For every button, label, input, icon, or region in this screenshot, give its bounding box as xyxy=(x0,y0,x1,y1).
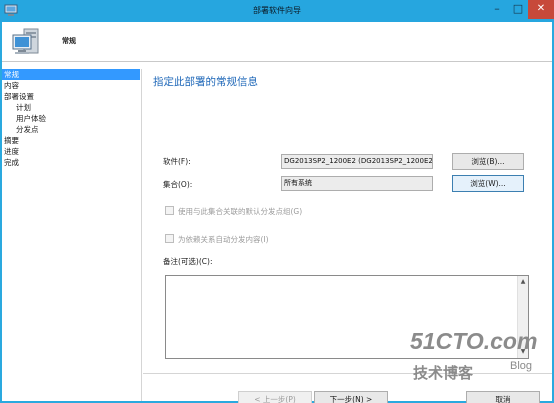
previous-button[interactable]: < 上一步(P) xyxy=(238,391,312,403)
nav-item-user-experience[interactable]: 用户体验 xyxy=(2,113,46,124)
maximize-button[interactable]: □ xyxy=(508,0,528,19)
browse-software-button[interactable]: 浏览(B)... xyxy=(452,153,524,170)
close-button[interactable]: ✕ xyxy=(528,0,554,19)
nav-item-schedule[interactable]: 计划 xyxy=(2,102,31,113)
watermark-blog: Blog xyxy=(510,360,533,372)
nav-item-distribution-points[interactable]: 分发点 xyxy=(2,124,39,135)
watermark-text: 技术博客 xyxy=(413,364,474,382)
auto-distribute-checkbox[interactable] xyxy=(165,234,174,243)
wizard-nav: 常规 内容 部署设置 计划 用户体验 分发点 摘要 进度 完成 xyxy=(2,69,142,401)
browse-collection-button[interactable]: 浏览(W)... xyxy=(452,175,524,192)
scroll-up-icon[interactable]: ▲ xyxy=(518,277,528,287)
page-heading: 指定此部署的常规信息 xyxy=(153,76,258,88)
collection-label: 集合(O): xyxy=(163,180,193,189)
nav-item-content[interactable]: 内容 xyxy=(2,80,19,91)
close-icon: ✕ xyxy=(536,3,546,14)
computer-icon xyxy=(12,28,39,54)
wizard-header: 常规 xyxy=(2,22,552,62)
header-title: 常规 xyxy=(62,37,76,45)
default-dp-group-label: 使用与此集合关联的默认分发点组(G) xyxy=(178,207,303,216)
auto-distribute-label: 为依赖关系自动分发内容(I) xyxy=(178,235,269,244)
nav-item-general[interactable]: 常规 xyxy=(2,69,140,80)
notes-label: 备注(可选)(C): xyxy=(163,257,213,266)
collection-field[interactable]: 所有系统 xyxy=(281,176,433,191)
footer-divider xyxy=(143,373,552,374)
nav-item-deployment-settings[interactable]: 部署设置 xyxy=(2,91,34,102)
software-label: 软件(F): xyxy=(163,157,191,166)
window-title: 部署软件向导 xyxy=(253,6,301,15)
minimize-icon: – xyxy=(494,2,500,15)
title-bar[interactable]: 部署软件向导 – □ ✕ xyxy=(0,0,554,22)
maximize-icon: □ xyxy=(512,2,524,15)
minimize-button[interactable]: – xyxy=(486,0,508,19)
watermark-logo: 51CTO.com xyxy=(410,328,538,354)
default-dp-group-checkbox[interactable] xyxy=(165,206,174,215)
nav-item-progress[interactable]: 进度 xyxy=(2,146,19,157)
cancel-button[interactable]: 取消 xyxy=(466,391,540,403)
nav-item-completion[interactable]: 完成 xyxy=(2,157,19,168)
next-button[interactable]: 下一步(N) > xyxy=(314,391,388,403)
software-field[interactable]: DG2013SP2_1200E2 (DG2013SP2_1200E2) xyxy=(281,154,433,169)
nav-item-summary[interactable]: 摘要 xyxy=(2,135,19,146)
